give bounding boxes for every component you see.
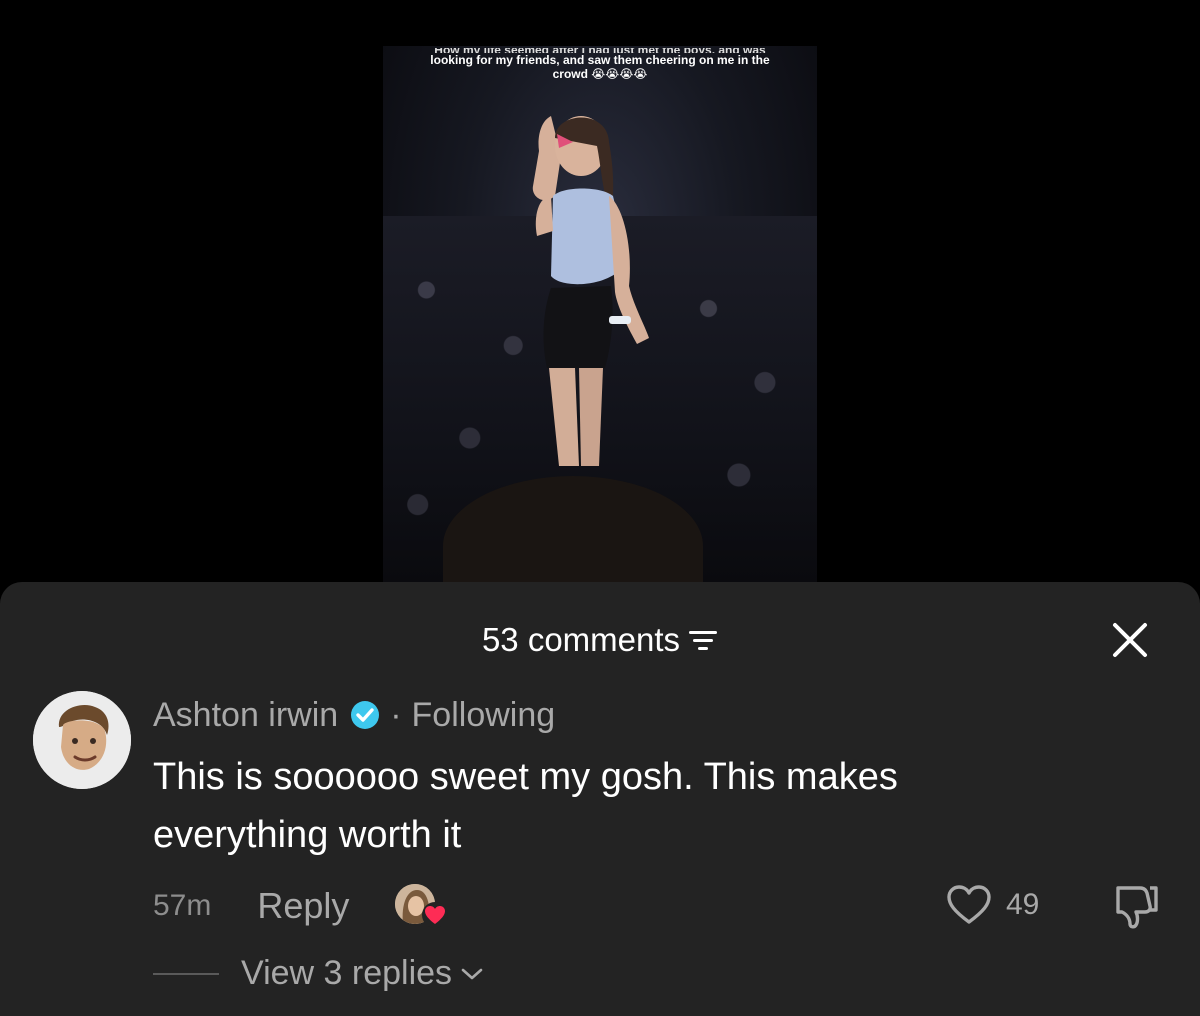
separator-dot: ·	[390, 695, 402, 734]
replies-divider	[153, 972, 219, 975]
creator-liked-badge	[395, 884, 453, 928]
comment-author-line: Ashton irwin · Following	[153, 695, 555, 735]
heart-badge-icon	[422, 902, 449, 928]
comments-sheet: 53 comments Ashton irwin · Following Thi…	[0, 582, 1200, 1016]
reply-button[interactable]: Reply	[257, 885, 349, 927]
comment-meta: 57m Reply	[153, 884, 453, 928]
video-caption: How my life seemed after I had just met …	[383, 46, 817, 81]
avatar[interactable]	[33, 691, 131, 789]
comments-header: 53 comments	[0, 618, 1200, 662]
like-count: 49	[1006, 888, 1040, 921]
following-label: Following	[411, 695, 556, 734]
verified-badge-icon	[351, 701, 380, 729]
comments-count: 53 comments	[481, 621, 681, 658]
avatar-illustration	[33, 691, 131, 789]
dislike-icon[interactable]	[1110, 882, 1160, 930]
comment-author[interactable]: Ashton irwin	[153, 696, 338, 735]
comment-timestamp: 57m	[153, 889, 212, 922]
video-preview[interactable]: How my life seemed after I had just met …	[383, 46, 817, 586]
heart-outline-icon[interactable]	[946, 884, 992, 926]
view-replies-button[interactable]: View 3 replies	[153, 954, 484, 993]
chevron-down-icon	[461, 968, 483, 979]
caption-line-2: looking for my friends, and saw them che…	[430, 53, 770, 67]
filter-icon[interactable]	[688, 628, 718, 652]
view-replies-label: View 3 replies	[241, 954, 453, 992]
like-group: 49	[946, 884, 1039, 926]
close-icon[interactable]	[1112, 622, 1148, 658]
comment-text: This is soooooo sweet my gosh. This make…	[153, 756, 898, 856]
caption-line-3: crowd 😭😭😭😭	[552, 67, 648, 81]
